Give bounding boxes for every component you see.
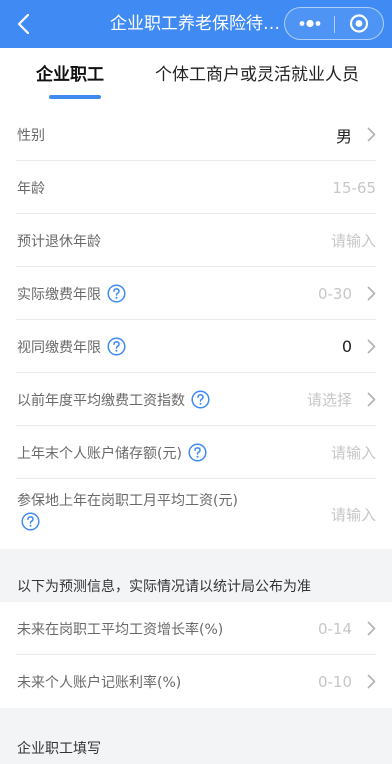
more-dots-icon bbox=[299, 19, 321, 28]
deemed-years-row[interactable]: 视同缴费年限 0 bbox=[0, 320, 392, 373]
help-icon[interactable] bbox=[188, 443, 207, 462]
wage-index-label: 以前年度平均缴费工资指数 bbox=[17, 392, 185, 409]
local-avg-wage-label-group: 参保地上年在岗职工月平均工资(元) bbox=[17, 491, 247, 531]
local-avg-wage-label: 参保地上年在岗职工月平均工资(元) bbox=[17, 493, 238, 509]
wage-growth-label: 未来在岗职工平均工资增长率(%) bbox=[17, 621, 224, 638]
retirement-age-row: 预计退休年龄 请输入 bbox=[0, 214, 392, 267]
more-button[interactable] bbox=[285, 8, 334, 39]
wage-index-select: 请选择 bbox=[306, 391, 352, 409]
help-icon[interactable] bbox=[21, 511, 40, 531]
wage-index-label-group: 以前年度平均缴费工资指数 bbox=[17, 373, 210, 426]
account-balance-label: 上年末个人账户储存额(元) bbox=[17, 445, 182, 462]
nav-bar: 企业职工养老保险待遇测算 bbox=[0, 0, 392, 48]
help-icon[interactable] bbox=[107, 284, 126, 303]
wage-growth-row[interactable]: 未来在岗职工平均工资增长率(%) 0-14 bbox=[0, 602, 392, 655]
active-tab-indicator bbox=[49, 95, 101, 99]
chevron-right-icon bbox=[367, 392, 376, 407]
back-button[interactable] bbox=[8, 6, 42, 42]
age-label: 年龄 bbox=[17, 180, 45, 197]
chevron-right-icon bbox=[367, 286, 376, 301]
account-balance-label-group: 上年末个人账户储存额(元) bbox=[17, 426, 207, 479]
deemed-years-label: 视同缴费年限 bbox=[17, 339, 101, 356]
account-interest-row[interactable]: 未来个人账户记账利率(%) 0-10 bbox=[0, 655, 392, 708]
contribution-years-value: 0-30 bbox=[317, 284, 352, 303]
contribution-years-label: 实际缴费年限 bbox=[17, 286, 101, 303]
wage-index-row[interactable]: 以前年度平均缴费工资指数 请选择 bbox=[0, 373, 392, 426]
tab-bar: 企业职工 个体工商户或灵活就业人员 bbox=[0, 48, 392, 108]
chevron-right-icon bbox=[367, 621, 376, 636]
target-close-icon bbox=[349, 14, 369, 33]
retirement-age-input[interactable]: 请输入 bbox=[331, 214, 376, 267]
tab-self-employed[interactable]: 个体工商户或灵活就业人员 bbox=[155, 62, 359, 88]
gender-label: 性别 bbox=[17, 127, 45, 144]
deemed-years-value: 0 bbox=[341, 337, 352, 356]
help-icon[interactable] bbox=[107, 337, 126, 356]
chevron-right-icon bbox=[367, 127, 376, 142]
account-interest-value: 0-10 bbox=[317, 672, 352, 691]
account-interest-label: 未来个人账户记账利率(%) bbox=[17, 674, 182, 691]
account-balance-row: 上年末个人账户储存额(元) 请输入 bbox=[0, 426, 392, 479]
mini-program-capsule bbox=[284, 7, 384, 40]
local-avg-wage-row: 参保地上年在岗职工月平均工资(元) 请输入 bbox=[0, 479, 392, 549]
deemed-years-label-group: 视同缴费年限 bbox=[17, 320, 126, 373]
enterprise-fill-heading: 企业职工填写 bbox=[17, 741, 101, 757]
help-icon[interactable] bbox=[191, 390, 210, 409]
page-title: 企业职工养老保险待遇测算 bbox=[110, 14, 282, 34]
contribution-years-row[interactable]: 实际缴费年限 0-30 bbox=[0, 267, 392, 320]
local-avg-wage-input[interactable]: 请输入 bbox=[331, 479, 376, 549]
back-arrow-icon bbox=[17, 13, 30, 35]
retirement-age-label: 预计退休年龄 bbox=[17, 233, 101, 250]
contribution-years-label-group: 实际缴费年限 bbox=[17, 267, 126, 320]
chevron-right-icon bbox=[367, 339, 376, 354]
gender-value: 男 bbox=[335, 126, 352, 146]
tab-enterprise-employee[interactable]: 企业职工 bbox=[36, 62, 104, 88]
age-row: 年龄 15-65 bbox=[0, 161, 392, 214]
close-mini-program-button[interactable] bbox=[335, 8, 383, 39]
age-input[interactable]: 15-65 bbox=[332, 161, 376, 214]
chevron-right-icon bbox=[367, 674, 376, 689]
forecast-heading: 以下为预测信息，实际情况请以统计局公布为准 bbox=[17, 579, 311, 595]
gender-row[interactable]: 性别 男 bbox=[0, 108, 392, 161]
wage-growth-value: 0-14 bbox=[317, 619, 352, 638]
account-balance-input[interactable]: 请输入 bbox=[331, 426, 376, 479]
